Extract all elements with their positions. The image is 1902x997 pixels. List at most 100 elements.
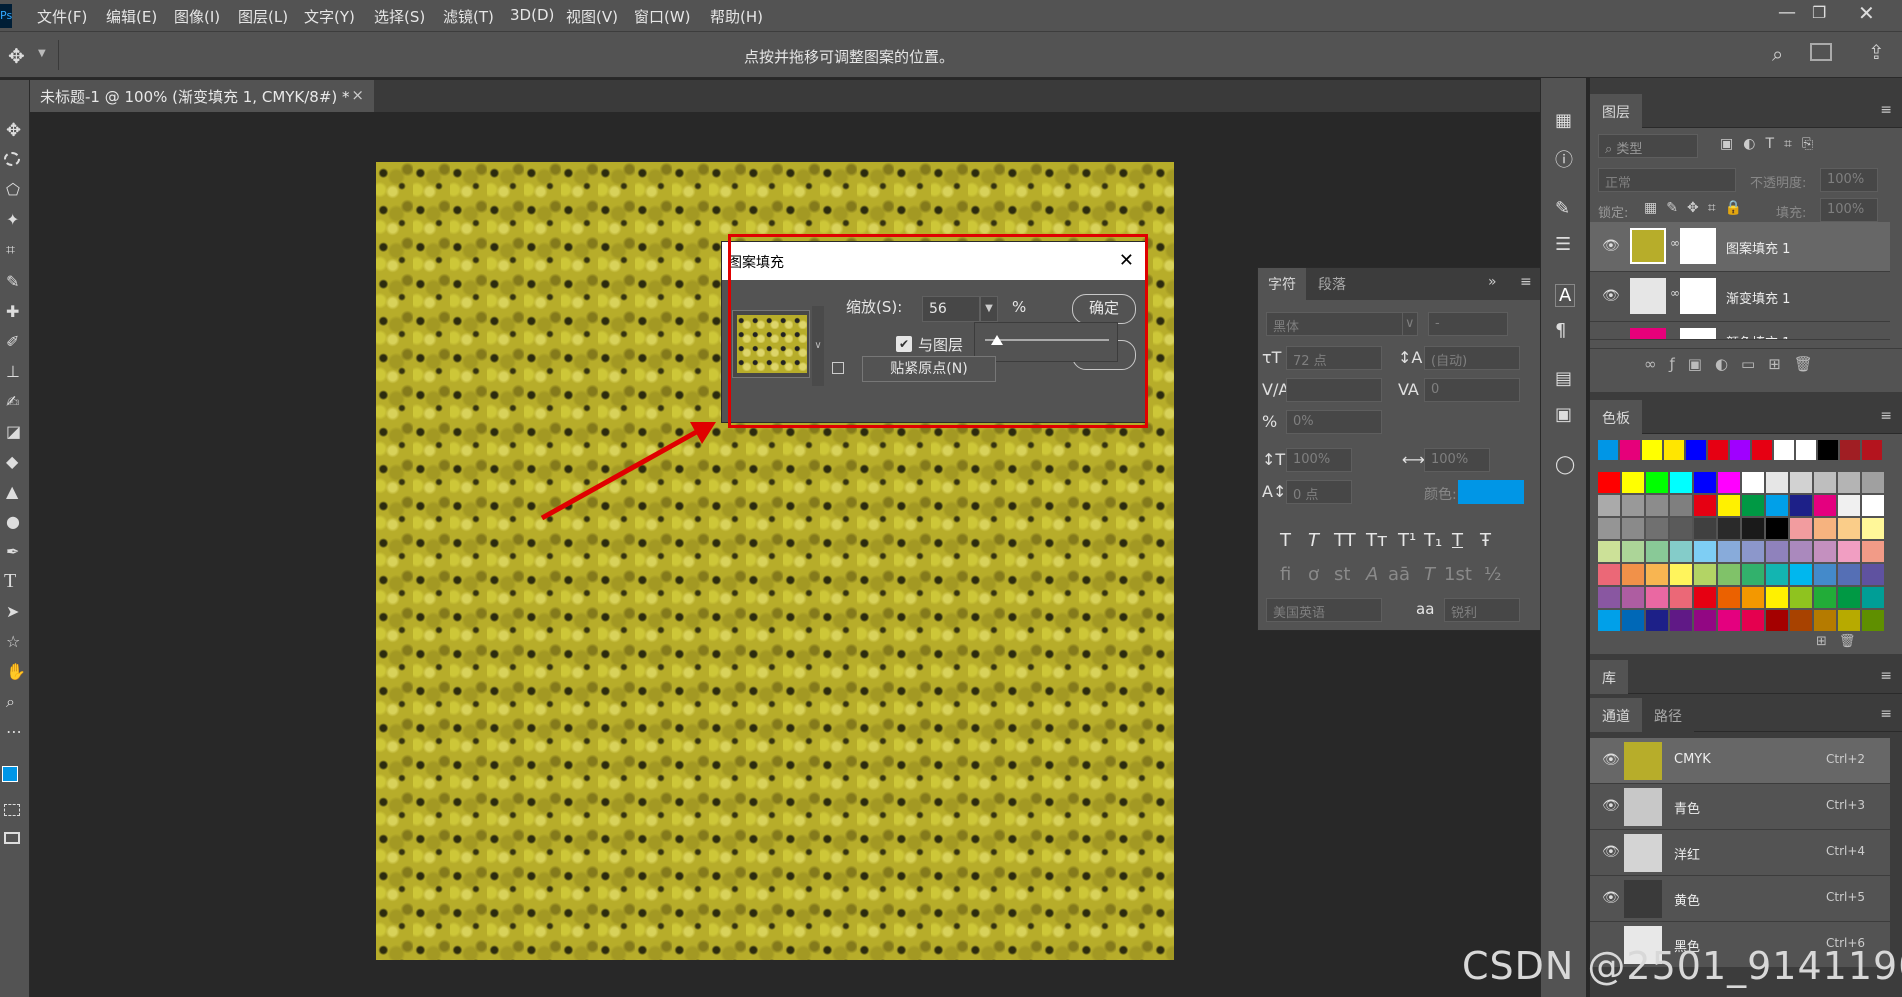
tab-swatches[interactable]: 色板: [1590, 400, 1642, 434]
recent-swatch[interactable]: [1862, 440, 1882, 460]
color-swatch[interactable]: [1718, 518, 1740, 539]
adjustments-icon[interactable]: ☰: [1555, 234, 1571, 255]
shape-icon[interactable]: ☆: [6, 632, 20, 651]
small-caps-icon[interactable]: Tт: [1366, 530, 1387, 551]
recent-swatch[interactable]: [1730, 440, 1750, 460]
eyedropper-icon[interactable]: ✎: [6, 272, 19, 291]
layer-row[interactable]: 👁 ∞ 渐变填充 1: [1590, 272, 1890, 322]
eye-icon[interactable]: 👁: [1602, 798, 1620, 814]
opacity-field[interactable]: 100%: [1820, 168, 1878, 192]
tab-channels[interactable]: 通道: [1590, 698, 1642, 732]
lasso-icon[interactable]: [4, 152, 20, 166]
healing-icon[interactable]: ✚: [6, 302, 19, 321]
color-swatch[interactable]: [1694, 610, 1716, 631]
layer-row[interactable]: 颜色填充 1: [1590, 322, 1890, 340]
tracking-field[interactable]: 0: [1424, 378, 1520, 402]
color-swatch[interactable]: [1766, 518, 1788, 539]
color-swatch[interactable]: [1718, 564, 1740, 585]
eye-icon[interactable]: 👁: [1602, 752, 1620, 768]
language-field[interactable]: 美国英语: [1266, 598, 1382, 622]
kerning-field[interactable]: [1286, 378, 1382, 402]
polygon-lasso-icon[interactable]: ⬠: [6, 180, 20, 199]
layer-filter-field[interactable]: ⌕ 类型: [1598, 134, 1698, 158]
chevron-down-icon[interactable]: ∨: [1402, 312, 1418, 336]
menu-view[interactable]: 视图(V): [566, 6, 618, 27]
menu-file[interactable]: 文件(F): [37, 6, 87, 27]
color-swatch[interactable]: [1718, 587, 1740, 608]
layer-row[interactable]: 👁 ∞ 图案填充 1: [1590, 222, 1890, 272]
history-icon[interactable]: ▦: [1555, 110, 1572, 131]
color-swatch[interactable]: [1790, 518, 1812, 539]
faux-bold-icon[interactable]: T: [1280, 530, 1291, 551]
color-swatch[interactable]: [1790, 564, 1812, 585]
eye-icon[interactable]: 👁: [1602, 238, 1620, 254]
panel-menu-icon[interactable]: ≡: [1880, 408, 1892, 424]
more-tools-icon[interactable]: ⋯: [6, 722, 22, 741]
ordinal-icon[interactable]: 1st: [1444, 564, 1472, 585]
color-swatch[interactable]: [1718, 472, 1740, 493]
eye-icon[interactable]: 👁: [1602, 844, 1620, 860]
blend-mode-field[interactable]: 正常: [1598, 168, 1736, 192]
recent-swatch[interactable]: [1620, 440, 1640, 460]
color-swatch[interactable]: [1742, 495, 1764, 516]
tab-character[interactable]: 字符: [1258, 268, 1306, 300]
color-swatch[interactable]: [1622, 541, 1644, 562]
menu-filter[interactable]: 滤镜(T): [443, 6, 494, 27]
color-swatch[interactable]: [1622, 518, 1644, 539]
color-swatch[interactable]: [1622, 472, 1644, 493]
minimize-icon[interactable]: —: [1778, 2, 1796, 23]
brush-settings-icon[interactable]: ✎: [1555, 198, 1570, 219]
info-icon[interactable]: ⓘ: [1555, 146, 1573, 172]
font-size-field[interactable]: 72 点: [1286, 346, 1382, 370]
menu-type[interactable]: 文字(Y): [304, 6, 355, 27]
type-tool-icon[interactable]: T: [4, 570, 16, 593]
color-swatch[interactable]: [1670, 495, 1692, 516]
panel-menu-icon[interactable]: ≡: [1880, 102, 1892, 118]
color-swatch[interactable]: [1598, 610, 1620, 631]
color-swatch[interactable]: [1790, 472, 1812, 493]
color-swatch[interactable]: [1694, 587, 1716, 608]
color-swatch[interactable]: [1670, 518, 1692, 539]
path-select-icon[interactable]: ➤: [6, 602, 19, 621]
share-icon[interactable]: ⇪: [1868, 40, 1885, 64]
recent-swatch[interactable]: [1818, 440, 1838, 460]
color-swatch[interactable]: [1862, 587, 1884, 608]
color-swatch[interactable]: [1598, 472, 1620, 493]
color-swatch[interactable]: [1694, 495, 1716, 516]
panel-menu-icon[interactable]: ≡: [1880, 668, 1892, 684]
color-swatch[interactable]: [1814, 587, 1836, 608]
ordinals-icon[interactable]: T: [1424, 564, 1435, 585]
pen-icon[interactable]: ✒: [6, 542, 19, 561]
crop-icon[interactable]: ⌗: [6, 240, 15, 260]
color-swatch[interactable]: [1766, 610, 1788, 631]
color-swatch[interactable]: [1790, 610, 1812, 631]
leading-field[interactable]: (自动): [1424, 346, 1520, 370]
recent-swatch[interactable]: [1840, 440, 1860, 460]
color-swatch[interactable]: [1862, 564, 1884, 585]
screen-mode-icon[interactable]: [4, 832, 20, 844]
paragraph-icon[interactable]: ¶: [1555, 320, 1566, 341]
color-swatch[interactable]: [1646, 610, 1668, 631]
vertical-scale-field[interactable]: 100%: [1286, 448, 1352, 472]
menu-edit[interactable]: 编辑(E): [106, 6, 157, 27]
paint-bucket-icon[interactable]: ◆: [6, 452, 18, 471]
color-swatch[interactable]: [1718, 541, 1740, 562]
color-swatch[interactable]: [1838, 610, 1860, 631]
font-style-field[interactable]: -: [1428, 312, 1508, 336]
color-swatch[interactable]: [1718, 610, 1740, 631]
fill-field[interactable]: 100%: [1820, 198, 1878, 222]
underline-icon[interactable]: T: [1452, 530, 1463, 551]
panel-menu-icon[interactable]: ≡: [1520, 274, 1532, 290]
color-swatch[interactable]: [1862, 472, 1884, 493]
titling-alternates-icon[interactable]: aā: [1388, 564, 1410, 585]
color-swatch[interactable]: [1790, 541, 1812, 562]
superscript-icon[interactable]: T¹: [1398, 530, 1416, 551]
color-swatch[interactable]: [1598, 518, 1620, 539]
layer-action-icons[interactable]: ∞ƒ▣◐▭⊞🗑: [1644, 355, 1826, 373]
color-swatch[interactable]: [1838, 518, 1860, 539]
color-swatch[interactable]: [1838, 541, 1860, 562]
recent-swatch[interactable]: [1796, 440, 1816, 460]
hand-icon[interactable]: ✋: [6, 662, 26, 681]
recent-swatch[interactable]: [1708, 440, 1728, 460]
recent-swatch[interactable]: [1774, 440, 1794, 460]
